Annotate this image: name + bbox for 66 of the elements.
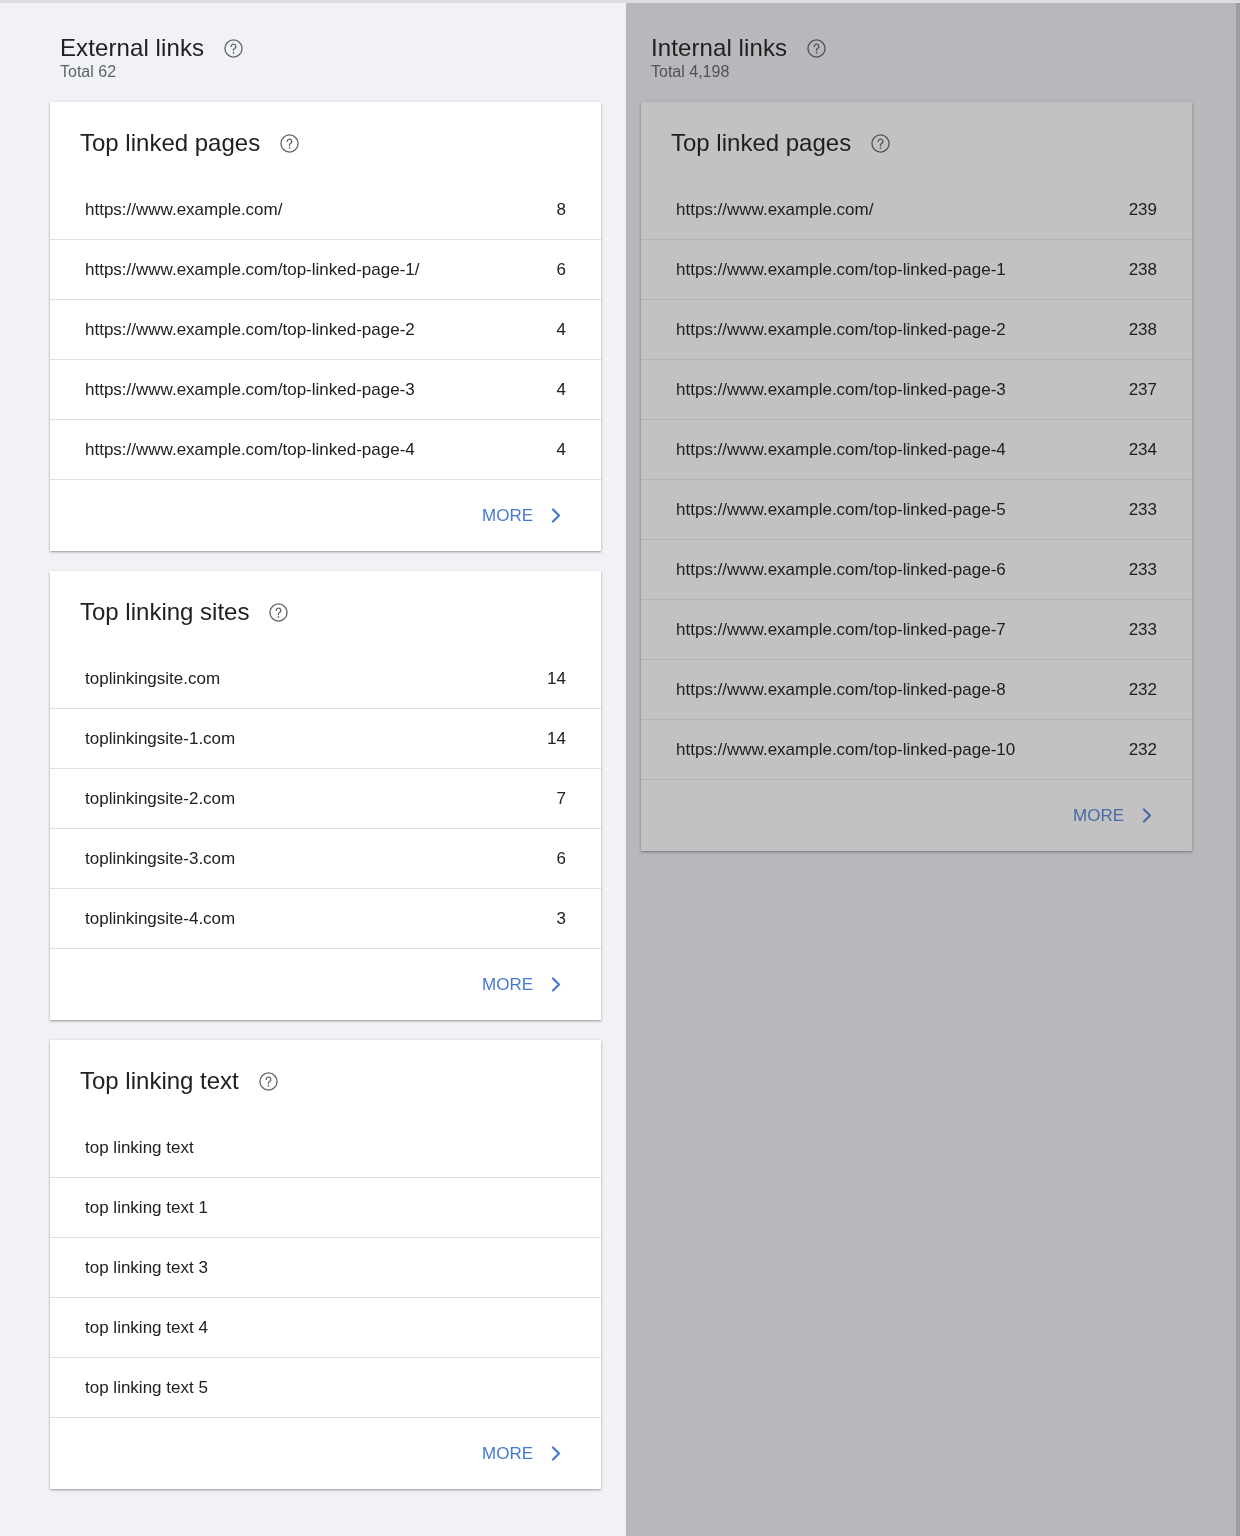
row-label[interactable]: top linking text 1: [85, 1196, 208, 1219]
link-count: 232: [1128, 738, 1157, 761]
more-button[interactable]: MORE: [476, 498, 567, 533]
link-count: 233: [1128, 558, 1157, 581]
row-label[interactable]: top linking text 3: [85, 1256, 208, 1279]
card-title: Top linked pages: [80, 128, 261, 158]
row-label[interactable]: https://www.example.com/top-linked-page-8: [676, 678, 1006, 701]
help-icon[interactable]: [871, 133, 891, 153]
help-icon[interactable]: [269, 602, 289, 622]
link-count: 232: [1128, 678, 1157, 701]
row-label[interactable]: toplinkingsite.com: [85, 667, 221, 690]
link-count: 239: [1128, 198, 1157, 221]
help-icon[interactable]: [258, 1071, 278, 1091]
link-count: 4: [556, 378, 566, 401]
row-label[interactable]: https://www.example.com/top-linked-page-2: [676, 318, 1006, 341]
chevron-right-icon: [551, 977, 561, 992]
chevron-right-icon: [551, 1446, 561, 1461]
link-count: 14: [547, 667, 566, 690]
link-count: 4: [556, 438, 566, 461]
row-label[interactable]: https://www.example.com/top-linked-page-2: [85, 318, 415, 341]
row-label[interactable]: toplinkingsite-1.com: [85, 727, 236, 750]
chevron-right-icon: [551, 508, 561, 523]
card-title: Top linking text: [80, 1066, 239, 1096]
link-count: 237: [1128, 378, 1157, 401]
row-label[interactable]: toplinkingsite-4.com: [85, 907, 236, 930]
row-label[interactable]: top linking text 4: [85, 1316, 208, 1339]
row-label[interactable]: https://www.example.com/: [85, 198, 283, 221]
total-count: Total 4,198: [651, 62, 730, 82]
more-button[interactable]: MORE: [476, 1436, 567, 1471]
row-label[interactable]: https://www.example.com/top-linked-page-1/: [85, 258, 420, 281]
row-label[interactable]: https://www.example.com/: [676, 198, 874, 221]
link-count: 234: [1128, 438, 1157, 461]
row-label[interactable]: toplinkingsite-2.com: [85, 787, 236, 810]
link-count: 8: [556, 198, 566, 221]
link-count: 4: [556, 318, 566, 341]
link-count: 3: [556, 907, 566, 930]
section-title: Internal links: [651, 34, 788, 62]
section-title: External links: [60, 34, 205, 62]
card-title: Top linked pages: [671, 128, 852, 158]
row-label[interactable]: https://www.example.com/top-linked-page-5: [676, 498, 1006, 521]
link-count: 238: [1128, 258, 1157, 281]
row-label[interactable]: top linking text 5: [85, 1376, 208, 1399]
link-count: 14: [547, 727, 566, 750]
row-label[interactable]: https://www.example.com/top-linked-page-10: [676, 738, 1016, 761]
link-count: 238: [1128, 318, 1157, 341]
row-label[interactable]: top linking text: [85, 1136, 194, 1159]
row-label[interactable]: https://www.example.com/top-linked-page-6: [676, 558, 1006, 581]
link-count: 7: [556, 787, 566, 810]
link-count: 6: [556, 258, 566, 281]
link-count: 233: [1128, 618, 1157, 641]
row-label[interactable]: https://www.example.com/top-linked-page-4: [85, 438, 415, 461]
total-count: Total 62: [60, 62, 117, 82]
row-label[interactable]: https://www.example.com/top-linked-page-1: [676, 258, 1006, 281]
row-label[interactable]: toplinkingsite-3.com: [85, 847, 236, 870]
help-icon[interactable]: [280, 133, 300, 153]
row-label[interactable]: https://www.example.com/top-linked-page-3: [85, 378, 415, 401]
row-label[interactable]: https://www.example.com/top-linked-page-7: [676, 618, 1006, 641]
more-button[interactable]: MORE: [476, 967, 567, 1002]
chevron-right-icon: [1142, 808, 1152, 823]
link-count: 233: [1128, 498, 1157, 521]
help-icon[interactable]: [807, 38, 827, 58]
help-icon[interactable]: [224, 38, 244, 58]
row-label[interactable]: https://www.example.com/top-linked-page-4: [676, 438, 1006, 461]
link-count: 6: [556, 847, 566, 870]
row-label[interactable]: https://www.example.com/top-linked-page-3: [676, 378, 1006, 401]
card-title: Top linking sites: [80, 597, 250, 627]
